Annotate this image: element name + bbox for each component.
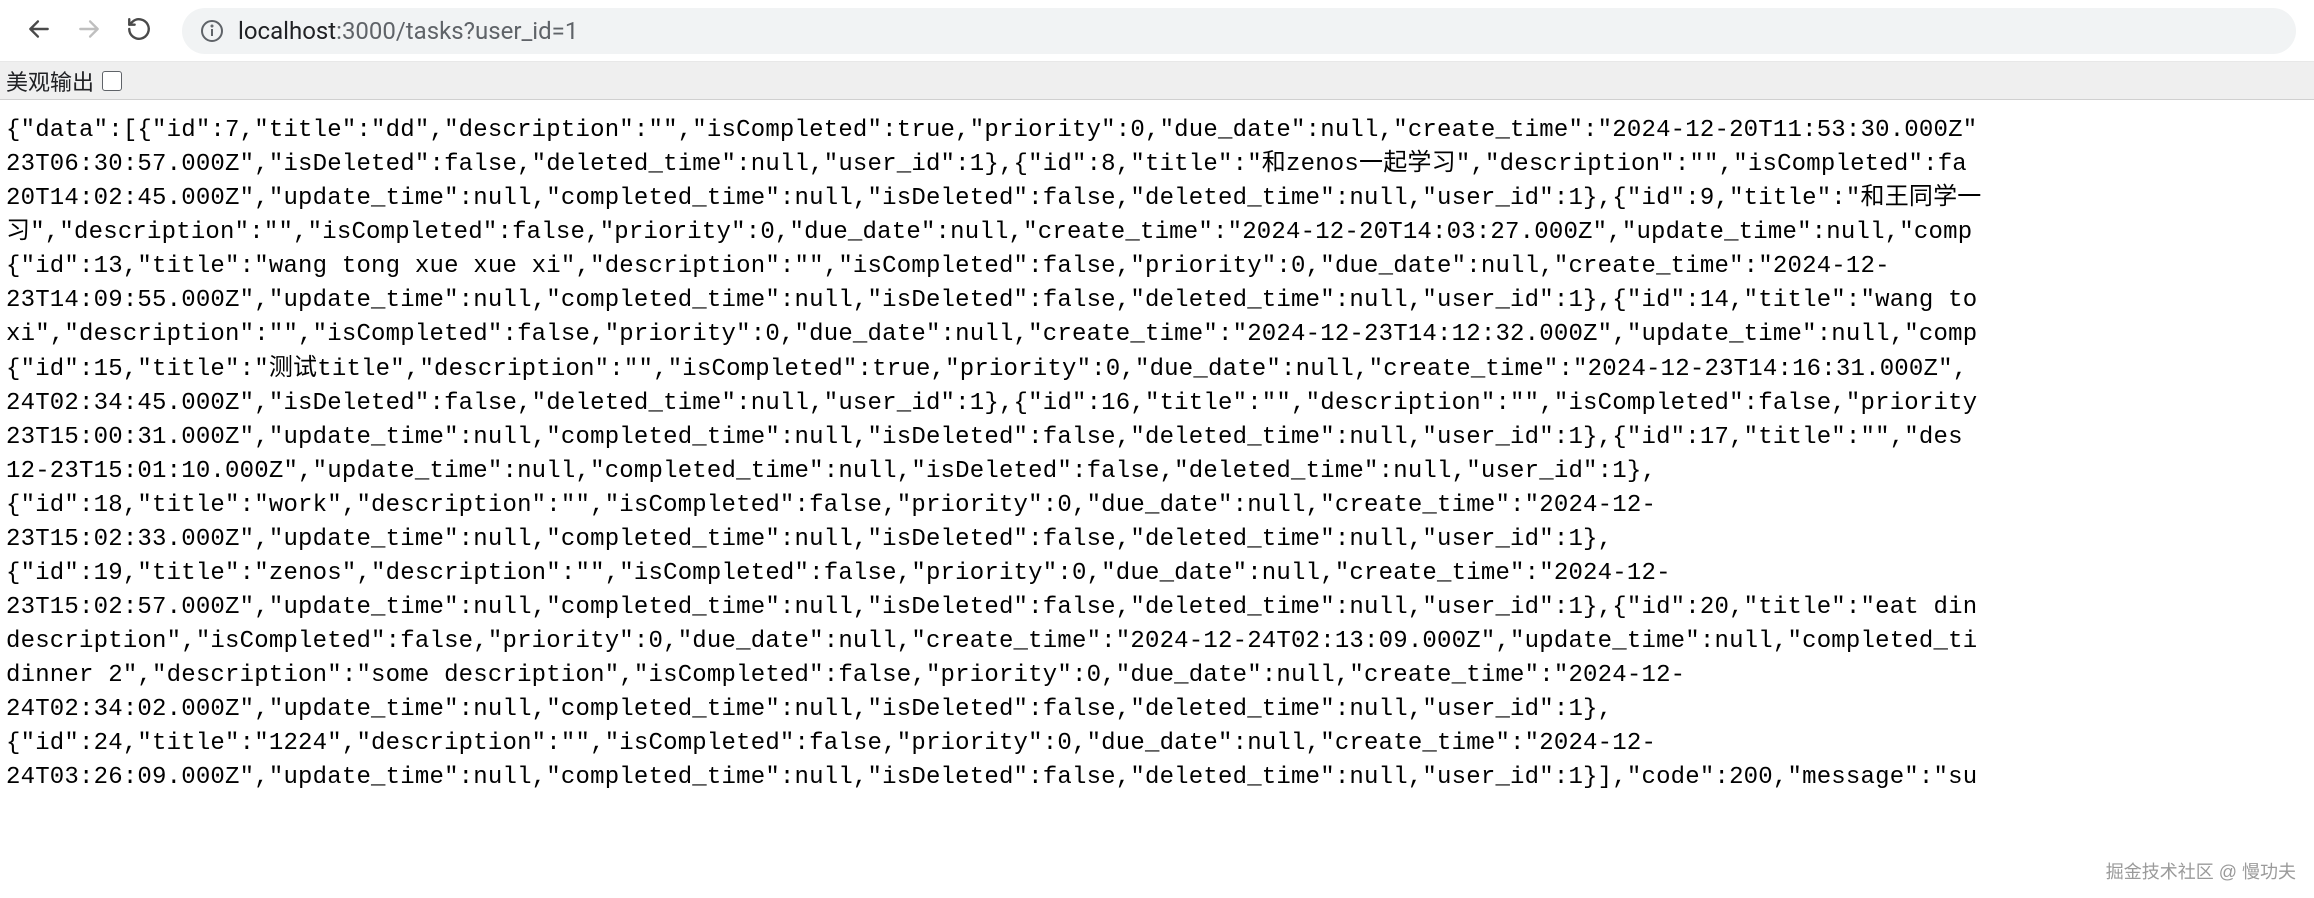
address-bar[interactable]: localhost:3000/tasks?user_id=1 xyxy=(182,8,2296,54)
site-info-icon[interactable] xyxy=(200,19,224,43)
url-host: localhost xyxy=(238,17,336,45)
pretty-print-checkbox[interactable] xyxy=(102,71,122,91)
browser-toolbar: localhost:3000/tasks?user_id=1 xyxy=(0,0,2314,62)
url-path: :3000/tasks?user_id=1 xyxy=(336,17,578,45)
reload-button[interactable] xyxy=(118,10,160,52)
pretty-print-label: 美观输出 xyxy=(6,65,94,97)
watermark-text: 掘金技术社区 @ 慢功夫 xyxy=(2106,858,2296,884)
forward-button[interactable] xyxy=(68,10,110,52)
url-text: localhost:3000/tasks?user_id=1 xyxy=(238,17,578,45)
json-response-body: {"data":[{"id":7,"title":"dd","descripti… xyxy=(0,100,2314,810)
arrow-left-icon xyxy=(26,16,52,45)
pretty-print-bar: 美观输出 xyxy=(0,62,2314,100)
arrow-right-icon xyxy=(76,16,102,45)
reload-icon xyxy=(126,16,152,45)
back-button[interactable] xyxy=(18,10,60,52)
